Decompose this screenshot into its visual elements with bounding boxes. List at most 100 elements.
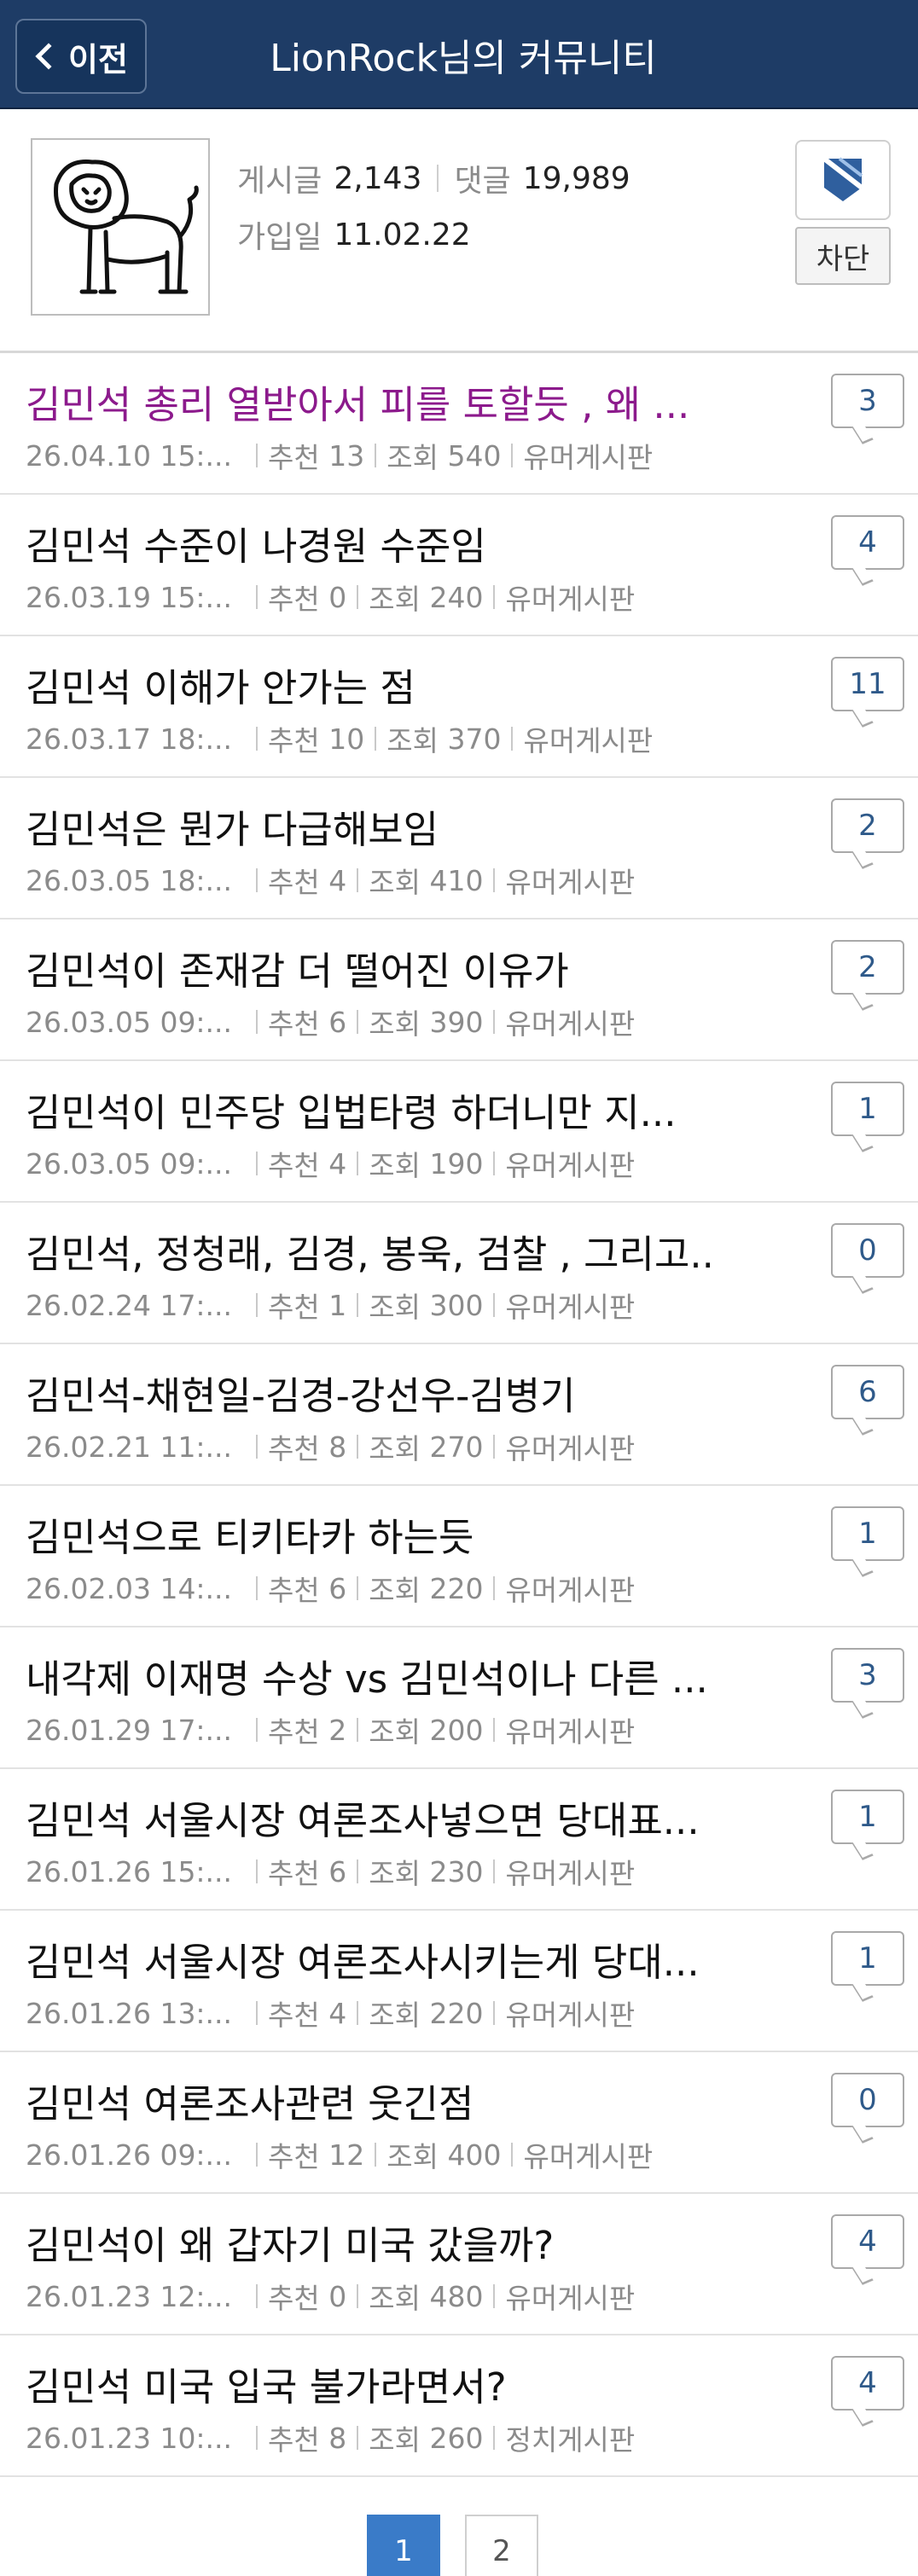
divider <box>256 727 258 751</box>
comment-count-badge[interactable]: 4 <box>831 2214 904 2269</box>
comment-count-badge[interactable]: 1 <box>831 1790 904 1844</box>
list-item[interactable]: 내각제 이재명 수상 vs 김민석이나 다른 ... 26.01.29 17:..… <box>0 1627 918 1769</box>
list-item[interactable]: 김민석 수준이 나경원 수준임 26.03.19 15:... 추천 0 조회 240… <box>0 495 918 636</box>
post-date: 26.03.19 15:... <box>26 580 233 614</box>
page-button-1[interactable]: 1 <box>367 2515 440 2576</box>
recommend-label: 추천 <box>268 2140 320 2173</box>
comments-count-label: 댓글 <box>454 164 511 199</box>
post-date: 26.01.26 09:... <box>26 2138 233 2172</box>
divider <box>493 2426 496 2450</box>
board-name: 유머게시판 <box>505 583 636 616</box>
list-item[interactable]: 김민석 이해가 안가는 점 26.03.17 18:... 추천 10 조회 370 유… <box>0 636 918 778</box>
views-label: 조회 <box>369 2423 421 2457</box>
avatar <box>31 138 210 316</box>
board-name: 유머게시판 <box>505 1715 636 1749</box>
list-item[interactable]: 김민석 총리 열받아서 피를 토할듯 , 왜 ... 26.04.10 15:..… <box>0 353 918 495</box>
divider <box>493 1718 496 1742</box>
divider <box>493 2001 496 2025</box>
divider <box>357 1576 359 1600</box>
divider <box>357 868 359 892</box>
post-title[interactable]: 김민석 총리 열받아서 피를 토할듯 , 왜 ... <box>26 374 717 429</box>
post-list: 김민석 총리 열받아서 피를 토할듯 , 왜 ... 26.04.10 15:..… <box>0 353 918 2477</box>
comment-count-badge[interactable]: 0 <box>831 1223 904 1278</box>
recommend-label: 추천 <box>268 1715 320 1749</box>
list-item[interactable]: 김민석은 뭔가 다급해보임 26.03.05 18:... 추천 4 조회 410 유머… <box>0 778 918 920</box>
list-item[interactable]: 김민석이 왜 갑자기 미국 갔을까? 26.01.23 12:... 추천 0 조회 … <box>0 2194 918 2335</box>
views-label: 조회 <box>369 1999 421 2032</box>
divider <box>493 1576 496 1600</box>
recommend-count: 4 <box>328 863 347 897</box>
comment-count-badge[interactable]: 4 <box>831 2356 904 2411</box>
views-count: 230 <box>429 1854 484 1888</box>
comment-count-badge[interactable]: 1 <box>831 1931 904 1986</box>
recommend-label: 추천 <box>268 1007 320 1041</box>
post-title[interactable]: 김민석 수준이 나경원 수준임 <box>26 515 717 571</box>
divider <box>511 727 514 751</box>
page-button-2[interactable]: 2 <box>465 2515 538 2576</box>
post-title[interactable]: 김민석이 민주당 입법타령 하더니만 지... <box>26 1082 717 1137</box>
post-title[interactable]: 김민석 서울시장 여론조사넣으면 당대표... <box>26 1790 717 1845</box>
comment-count-badge[interactable]: 3 <box>831 1648 904 1703</box>
recommend-count: 0 <box>328 580 347 614</box>
comment-count-badge[interactable]: 6 <box>831 1365 904 1419</box>
joined-date: 11.02.22 <box>334 217 471 252</box>
comment-count-badge[interactable]: 3 <box>831 374 904 428</box>
comment-count-badge[interactable]: 2 <box>831 940 904 995</box>
list-item[interactable]: 김민석, 정청래, 김경, 봉욱, 검찰 , 그리고... 26.02.24 17… <box>0 1203 918 1344</box>
post-title[interactable]: 내각제 이재명 수상 vs 김민석이나 다른 ... <box>26 1648 717 1703</box>
board-name: 유머게시판 <box>523 724 654 757</box>
views-count: 410 <box>429 863 484 897</box>
post-title[interactable]: 김민석 미국 입국 불가라면서? <box>26 2356 717 2411</box>
list-item[interactable]: 김민석으로 티키타카 하는듯 26.02.03 14:... 추천 6 조회 220 유… <box>0 1486 918 1627</box>
post-title[interactable]: 김민석 서울시장 여론조사시키는게 당대... <box>26 1931 717 1987</box>
comment-count-badge[interactable]: 11 <box>831 657 904 711</box>
comment-count-badge[interactable]: 2 <box>831 798 904 853</box>
list-item[interactable]: 김민석이 민주당 입법타령 하더니만 지... 26.03.05 09:... 추천… <box>0 1061 918 1203</box>
post-title[interactable]: 김민석 여론조사관련 웃긴점 <box>26 2073 717 2128</box>
post-title[interactable]: 김민석으로 티키타카 하는듯 <box>26 1506 717 1562</box>
comment-count-badge[interactable]: 4 <box>831 515 904 570</box>
comment-count-badge[interactable]: 1 <box>831 1506 904 1561</box>
board-name: 유머게시판 <box>505 1149 636 1182</box>
post-title[interactable]: 김민석-채현일-김경-강선우-김병기 <box>26 1365 717 1420</box>
comment-count-badge[interactable]: 0 <box>831 2073 904 2127</box>
list-item[interactable]: 김민석 미국 입국 불가라면서? 26.01.23 10:... 추천 8 조회 26… <box>0 2335 918 2477</box>
divider <box>256 2284 258 2308</box>
divider <box>256 1293 258 1317</box>
recommend-count: 0 <box>328 2279 347 2313</box>
post-date: 26.01.29 17:... <box>26 1713 233 1747</box>
views-label: 조회 <box>369 1007 421 1041</box>
post-title[interactable]: 김민석이 존재감 더 떨어진 이유가 <box>26 940 717 995</box>
bookmark-badge-button[interactable] <box>795 140 891 220</box>
post-title[interactable]: 김민석 이해가 안가는 점 <box>26 657 717 712</box>
list-item[interactable]: 김민석 서울시장 여론조사시키는게 당대... 26.01.26 13:... 추천… <box>0 1911 918 2052</box>
divider <box>357 1010 359 1034</box>
divider <box>437 165 439 192</box>
views-label: 조회 <box>369 583 421 616</box>
post-title[interactable]: 김민석이 왜 갑자기 미국 갔을까? <box>26 2214 717 2270</box>
views-label: 조회 <box>369 1715 421 1749</box>
list-item[interactable]: 김민석-채현일-김경-강선우-김병기 26.02.21 11:... 추천 8 조회 … <box>0 1344 918 1486</box>
list-item[interactable]: 김민석 여론조사관련 웃긴점 26.01.26 09:... 추천 12 조회 400… <box>0 2052 918 2194</box>
divider <box>493 1010 496 1034</box>
recommend-label: 추천 <box>268 441 320 474</box>
list-item[interactable]: 김민석이 존재감 더 떨어진 이유가 26.03.05 09:... 추천 6 조회 … <box>0 920 918 1061</box>
recommend-label: 추천 <box>268 1857 320 1890</box>
block-button[interactable]: 차단 <box>795 227 891 285</box>
joined-date-label: 가입일 <box>237 220 322 255</box>
post-meta: 26.01.29 17:... 추천 2 조회 200 유머게시판 <box>26 1709 635 1750</box>
divider <box>357 1435 359 1459</box>
post-title[interactable]: 김민석은 뭔가 다급해보임 <box>26 798 717 854</box>
post-meta: 26.02.21 11:... 추천 8 조회 270 유머게시판 <box>26 1426 635 1467</box>
post-date: 26.03.05 18:... <box>26 863 233 897</box>
divider <box>357 1152 359 1175</box>
post-meta: 26.03.05 09:... 추천 6 조회 390 유머게시판 <box>26 1001 635 1042</box>
list-item[interactable]: 김민석 서울시장 여론조사넣으면 당대표... 26.01.26 15:... 추천… <box>0 1769 918 1911</box>
recommend-label: 추천 <box>268 1149 320 1182</box>
recommend-count: 6 <box>328 1005 347 1039</box>
divider <box>375 2143 377 2167</box>
post-date: 26.01.26 15:... <box>26 1854 233 1888</box>
comment-count-badge[interactable]: 1 <box>831 1082 904 1136</box>
views-label: 조회 <box>369 1432 421 1465</box>
post-title[interactable]: 김민석, 정청래, 김경, 봉욱, 검찰 , 그리고... <box>26 1223 717 1279</box>
